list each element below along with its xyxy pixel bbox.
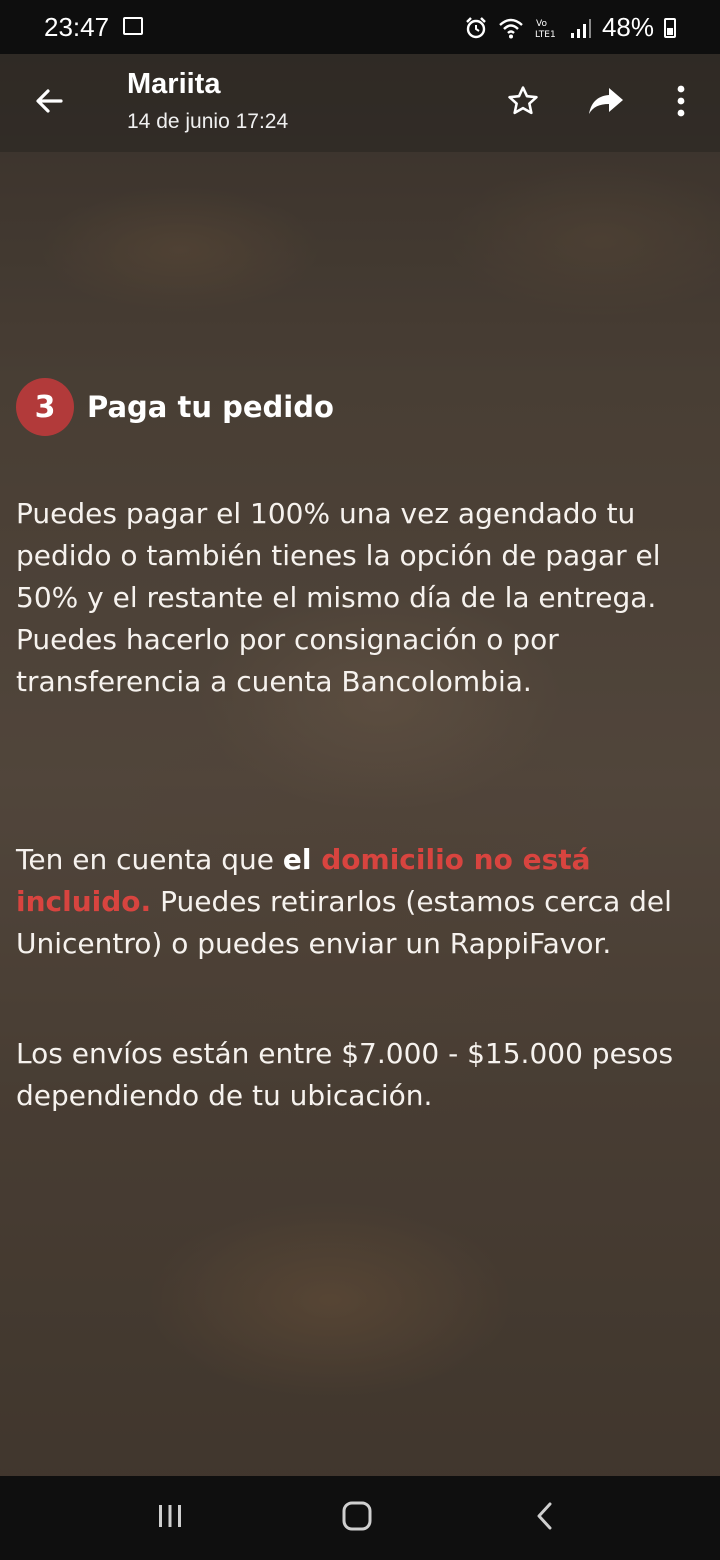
delivery-paragraph: Ten en cuenta que el domicilio no está i…	[16, 839, 710, 965]
step-number-badge: 3	[16, 378, 74, 436]
signal-icon	[570, 17, 592, 39]
status-icons: Vo LTE1 48%	[464, 12, 676, 43]
status-bar: 23:47 Vo LTE1 48%	[0, 0, 720, 54]
battery-icon	[664, 17, 676, 38]
sender-name: Mariita	[127, 68, 221, 100]
share-button[interactable]	[581, 78, 631, 128]
svg-text:Vo: Vo	[536, 19, 547, 29]
step-title: Paga tu pedido	[87, 390, 334, 424]
volte-icon: Vo LTE1	[534, 16, 560, 40]
back-button[interactable]	[24, 78, 74, 128]
story-viewer: 23:47 Vo LTE1 48% Mariita 14 de junio 17…	[0, 0, 720, 1560]
alarm-icon	[464, 16, 488, 40]
back-icon	[535, 1501, 555, 1535]
navigation-bar	[0, 1476, 720, 1560]
shipping-cost-paragraph: Los envíos están entre $7.000 - $15.000 …	[16, 1037, 674, 1112]
background-overlay	[0, 0, 720, 1560]
step-heading: 3 Paga tu pedido	[16, 378, 334, 436]
app-bar: Mariita 14 de junio 17:24	[0, 54, 720, 152]
recents-icon	[156, 1503, 184, 1533]
delivery-bold-text: el	[282, 843, 322, 876]
star-icon	[506, 84, 540, 122]
back-arrow-icon	[33, 85, 65, 121]
star-button[interactable]	[498, 78, 548, 128]
delivery-lead-text: Ten en cuenta que	[16, 843, 283, 876]
status-time: 23:47	[44, 12, 110, 42]
svg-text:LTE1: LTE1	[535, 30, 556, 40]
recents-button[interactable]	[140, 1494, 200, 1542]
home-icon	[341, 1500, 373, 1536]
more-options-button[interactable]	[656, 78, 706, 128]
share-icon	[587, 86, 625, 120]
more-vert-icon	[676, 85, 686, 121]
home-button[interactable]	[327, 1494, 387, 1542]
gallery-icon	[123, 17, 143, 35]
sent-date: 14 de junio 17:24	[127, 110, 289, 133]
payment-paragraph: Puedes pagar el 100% una vez agendado tu…	[16, 497, 661, 698]
nav-back-button[interactable]	[515, 1494, 575, 1542]
battery-percent: 48%	[601, 12, 654, 42]
wifi-icon	[498, 17, 524, 39]
